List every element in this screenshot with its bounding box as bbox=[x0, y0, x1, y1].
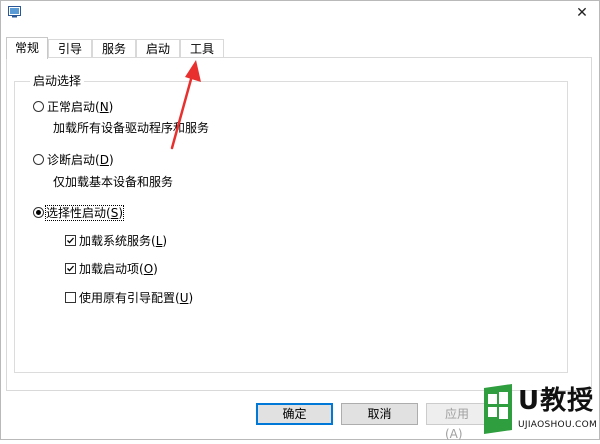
tab-services[interactable]: 服务 bbox=[92, 39, 136, 57]
close-icon: ✕ bbox=[576, 5, 588, 21]
checkbox-load-startup-items[interactable] bbox=[65, 263, 76, 274]
watermark-main-text: U教授 bbox=[518, 386, 595, 416]
checkmark-icon bbox=[67, 237, 74, 244]
msconfig-app-icon bbox=[8, 6, 21, 18]
tab-general[interactable]: 常规 bbox=[6, 37, 48, 59]
radio-diagnostic-startup[interactable] bbox=[33, 154, 44, 165]
tab-boot[interactable]: 引导 bbox=[48, 39, 92, 57]
radio-selected-dot bbox=[36, 210, 41, 215]
ok-button[interactable]: 确定 bbox=[256, 403, 333, 425]
checkmark-icon bbox=[67, 265, 74, 272]
cancel-button[interactable]: 取消 bbox=[341, 403, 418, 425]
tab-tools[interactable]: 工具 bbox=[180, 39, 224, 57]
group-title: 启动选择 bbox=[30, 74, 85, 88]
radio-selective-startup[interactable] bbox=[33, 207, 44, 218]
tab-strip: 常规 引导 服务 启动 工具 bbox=[6, 37, 592, 59]
ujiaoshou-watermark: U教授 UJIAOSHOU.COM bbox=[478, 378, 600, 440]
radio-normal-startup-label[interactable]: 正常启动(N) bbox=[47, 100, 113, 114]
checkbox-load-system-services-label[interactable]: 加载系统服务(L) bbox=[79, 234, 167, 248]
checkbox-load-startup-items-label[interactable]: 加载启动项(O) bbox=[79, 262, 158, 276]
diagnostic-startup-description: 仅加载基本设备和服务 bbox=[53, 175, 174, 189]
apply-button[interactable]: 应用(A) bbox=[426, 403, 486, 441]
watermark-sub-text: UJIAOSHOU.COM bbox=[518, 420, 598, 430]
tab-startup[interactable]: 启动 bbox=[136, 39, 180, 57]
checkbox-load-system-services[interactable] bbox=[65, 235, 76, 246]
close-button[interactable]: ✕ bbox=[566, 0, 598, 26]
radio-normal-startup[interactable] bbox=[33, 101, 44, 112]
checkbox-use-original-boot-config[interactable] bbox=[65, 292, 76, 303]
radio-diagnostic-startup-label[interactable]: 诊断启动(D) bbox=[47, 153, 114, 167]
radio-selective-startup-label[interactable]: 选择性启动(S) bbox=[45, 205, 124, 221]
checkbox-use-original-boot-config-label[interactable]: 使用原有引导配置(U) bbox=[79, 291, 193, 305]
red-arrow-annotation-icon bbox=[170, 60, 201, 150]
windows-shield-logo-icon bbox=[484, 384, 512, 434]
